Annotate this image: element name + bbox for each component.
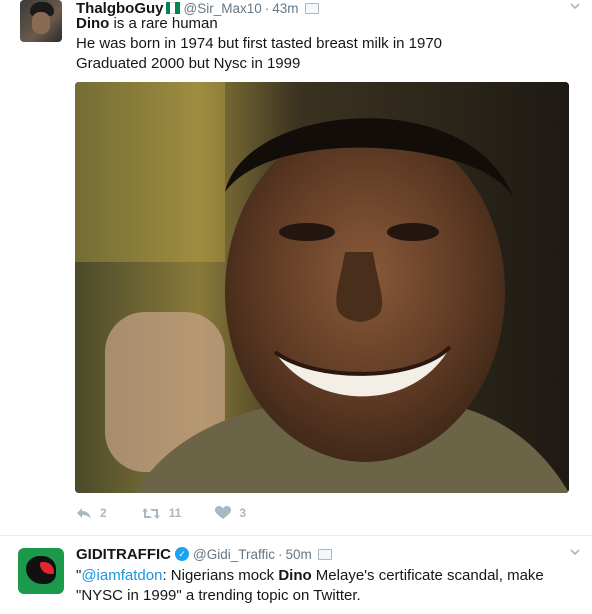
retweet-icon — [141, 507, 160, 519]
chevron-down-icon[interactable] — [570, 1, 580, 11]
message-icon[interactable] — [317, 548, 332, 560]
reply-count: 2 — [100, 506, 107, 520]
retweet-button[interactable]: 11 — [141, 506, 182, 520]
display-name[interactable]: GIDITRAFFIC — [76, 546, 171, 563]
avatar[interactable] — [20, 0, 62, 42]
flag-stripe — [174, 2, 180, 14]
tweet-photo[interactable] — [75, 82, 569, 493]
message-icon[interactable] — [304, 2, 319, 14]
keyword-dino[interactable]: Dino — [278, 567, 311, 584]
user-handle[interactable]: @Gidi_Traffic — [193, 547, 275, 562]
avatar-face — [32, 12, 50, 34]
reply-icon — [77, 507, 91, 519]
mention-link[interactable]: @iamfatdon — [81, 567, 162, 584]
verified-badge-icon: ✓ — [175, 547, 189, 561]
text-part-1: : Nigerians mock — [162, 567, 279, 584]
keyword-dino[interactable]: Dino — [76, 15, 109, 32]
tweet-text: Dino is a rare human He was born in 1974… — [76, 14, 576, 74]
reply-button[interactable]: 2 — [76, 506, 107, 520]
tweet-line-1: Dino is a rare human — [76, 14, 576, 34]
tweet-header: GIDITRAFFIC ✓ @Gidi_Traffic · 50m — [76, 545, 332, 563]
like-count: 3 — [239, 506, 247, 520]
timestamp[interactable]: 50m — [285, 547, 311, 562]
chevron-down-icon[interactable] — [570, 547, 580, 557]
tweet-line-2: He was born in 1974 but first tasted bre… — [76, 35, 443, 52]
tweet-text: "@iamfatdon: Nigerians mock Dino Melaye'… — [76, 566, 576, 606]
photo-illustration — [75, 82, 569, 493]
line-1-rest: is a rare human — [109, 15, 218, 32]
tweet-actions: 2 11 3 — [76, 506, 280, 520]
retweet-count: 11 — [168, 506, 182, 520]
tweet-line-3: Graduated 2000 but Nysc in 1999 — [76, 55, 301, 72]
separator-dot: · — [277, 546, 283, 562]
avatar[interactable] — [18, 548, 64, 594]
heart-icon — [215, 506, 232, 519]
tweet-1[interactable]: ThalgboGuy @Sir_Max10 · 43m Dino is a ra… — [0, 0, 592, 535]
nigeria-flag-icon — [165, 2, 180, 14]
like-button[interactable]: 3 — [215, 506, 246, 520]
